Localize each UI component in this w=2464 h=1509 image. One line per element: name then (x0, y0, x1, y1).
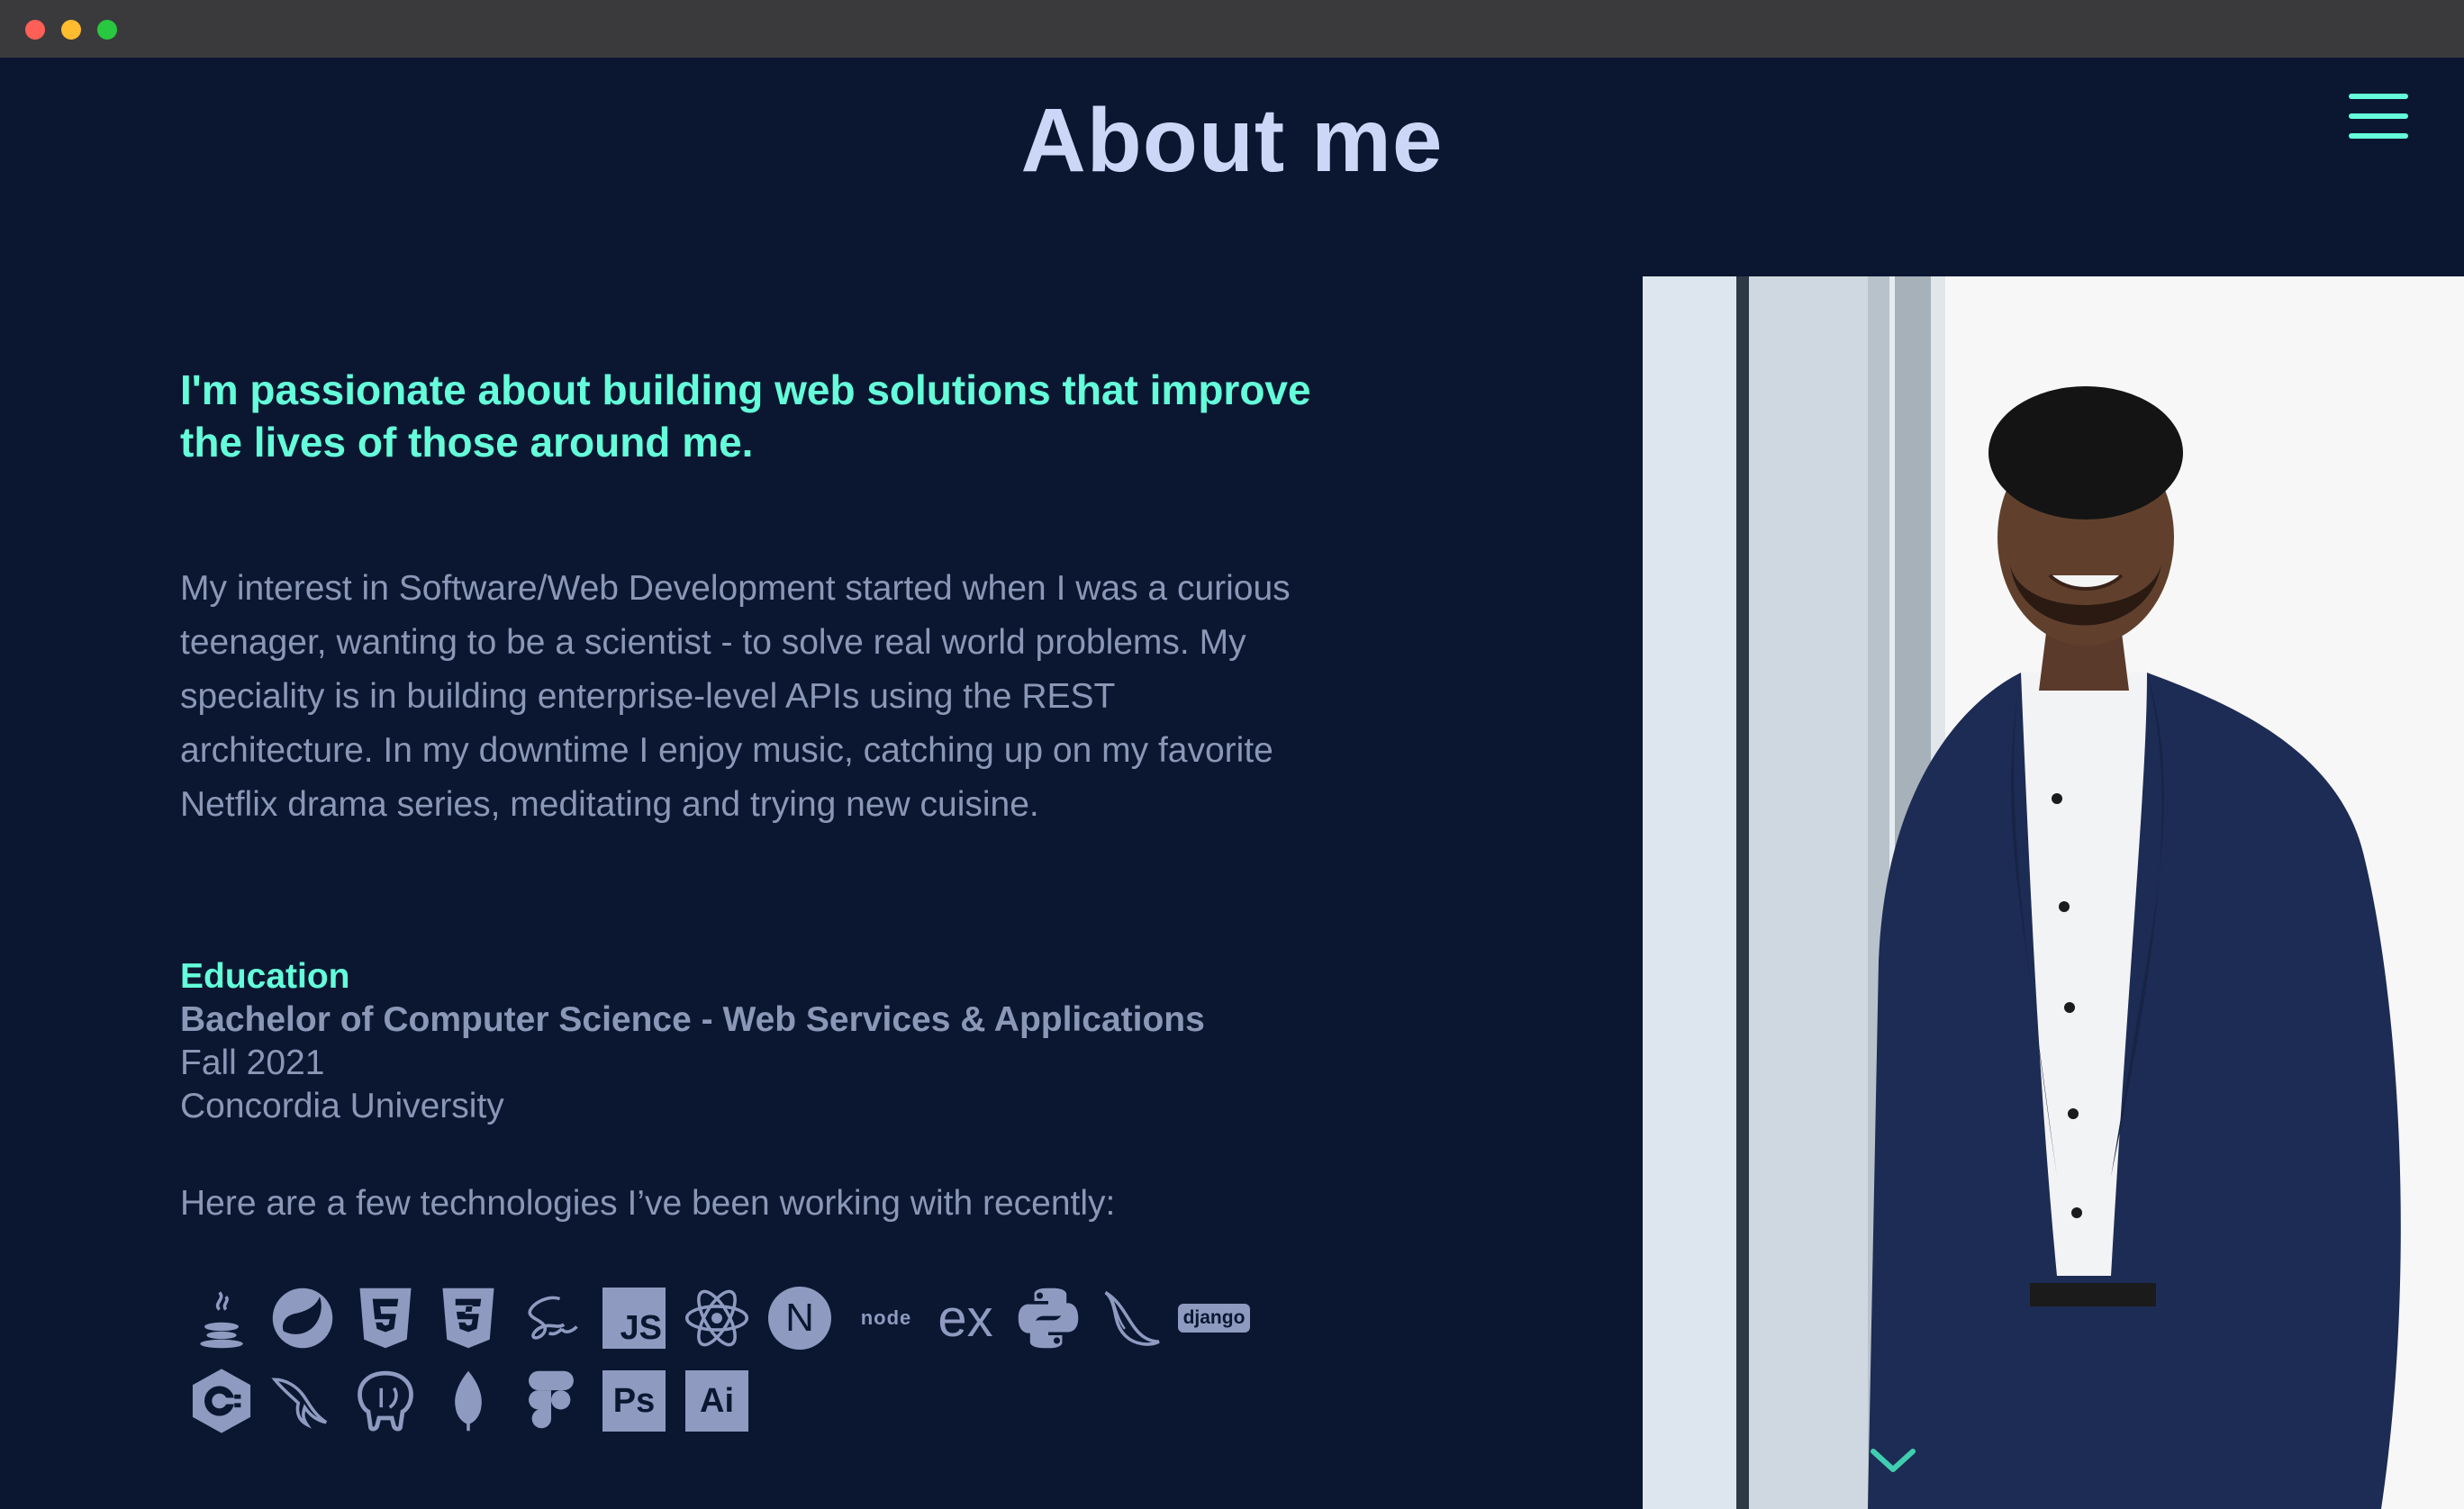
illustrator-badge: Ai (685, 1370, 748, 1432)
chevron-down-icon[interactable] (1868, 1444, 1918, 1477)
technology-icons: JS N node ex django Ps Ai (180, 1284, 1351, 1509)
about-bio: My interest in Software/Web Development … (180, 569, 1291, 824)
photoshop-badge: Ps (602, 1370, 666, 1432)
photoshop-icon: Ps (600, 1367, 668, 1435)
about-page: About me I'm passionate about building w… (0, 58, 2464, 1509)
javascript-icon: JS (600, 1284, 668, 1352)
maximize-window-button[interactable] (97, 20, 117, 40)
nodejs-label: node (860, 1306, 912, 1329)
nextjs-badge: N (768, 1287, 831, 1350)
postgresql-icon (351, 1367, 420, 1435)
flask-icon (1097, 1284, 1165, 1352)
figma-icon (517, 1367, 585, 1435)
mysql-icon (268, 1367, 337, 1435)
django-icon: django (1176, 1284, 1252, 1352)
close-window-button[interactable] (25, 20, 45, 40)
nodejs-icon: node (848, 1284, 924, 1352)
css3-icon (434, 1284, 503, 1352)
education-heading: Education (180, 957, 350, 996)
java-icon (187, 1284, 256, 1352)
javascript-badge: JS (602, 1288, 666, 1349)
react-icon (683, 1284, 751, 1352)
spring-icon (268, 1284, 337, 1352)
mongodb-icon (434, 1367, 503, 1435)
education-term: Fall 2021 (180, 1044, 325, 1082)
page-title: About me (1020, 90, 1444, 191)
illustrator-icon: Ai (683, 1367, 751, 1435)
portrait-photo (1643, 276, 2464, 1509)
django-badge: django (1177, 1304, 1251, 1333)
education-school: Concordia University (180, 1087, 504, 1125)
python-icon (1014, 1284, 1083, 1352)
csharp-icon (187, 1367, 256, 1435)
express-icon: ex (931, 1284, 1000, 1352)
express-label: ex (938, 1288, 993, 1348)
about-tagline: I'm passionate about building web soluti… (180, 366, 1311, 465)
window-titlebar (0, 0, 2464, 58)
technologies-intro: Here are a few technologies I’ve been wo… (180, 1184, 1116, 1223)
education-degree: Bachelor of Computer Science - Web Servi… (180, 1000, 1205, 1039)
nextjs-icon: N (765, 1284, 834, 1352)
sass-icon (517, 1284, 585, 1352)
minimize-window-button[interactable] (61, 20, 81, 40)
html5-icon (351, 1284, 420, 1352)
hamburger-menu-icon[interactable] (2349, 90, 2410, 146)
